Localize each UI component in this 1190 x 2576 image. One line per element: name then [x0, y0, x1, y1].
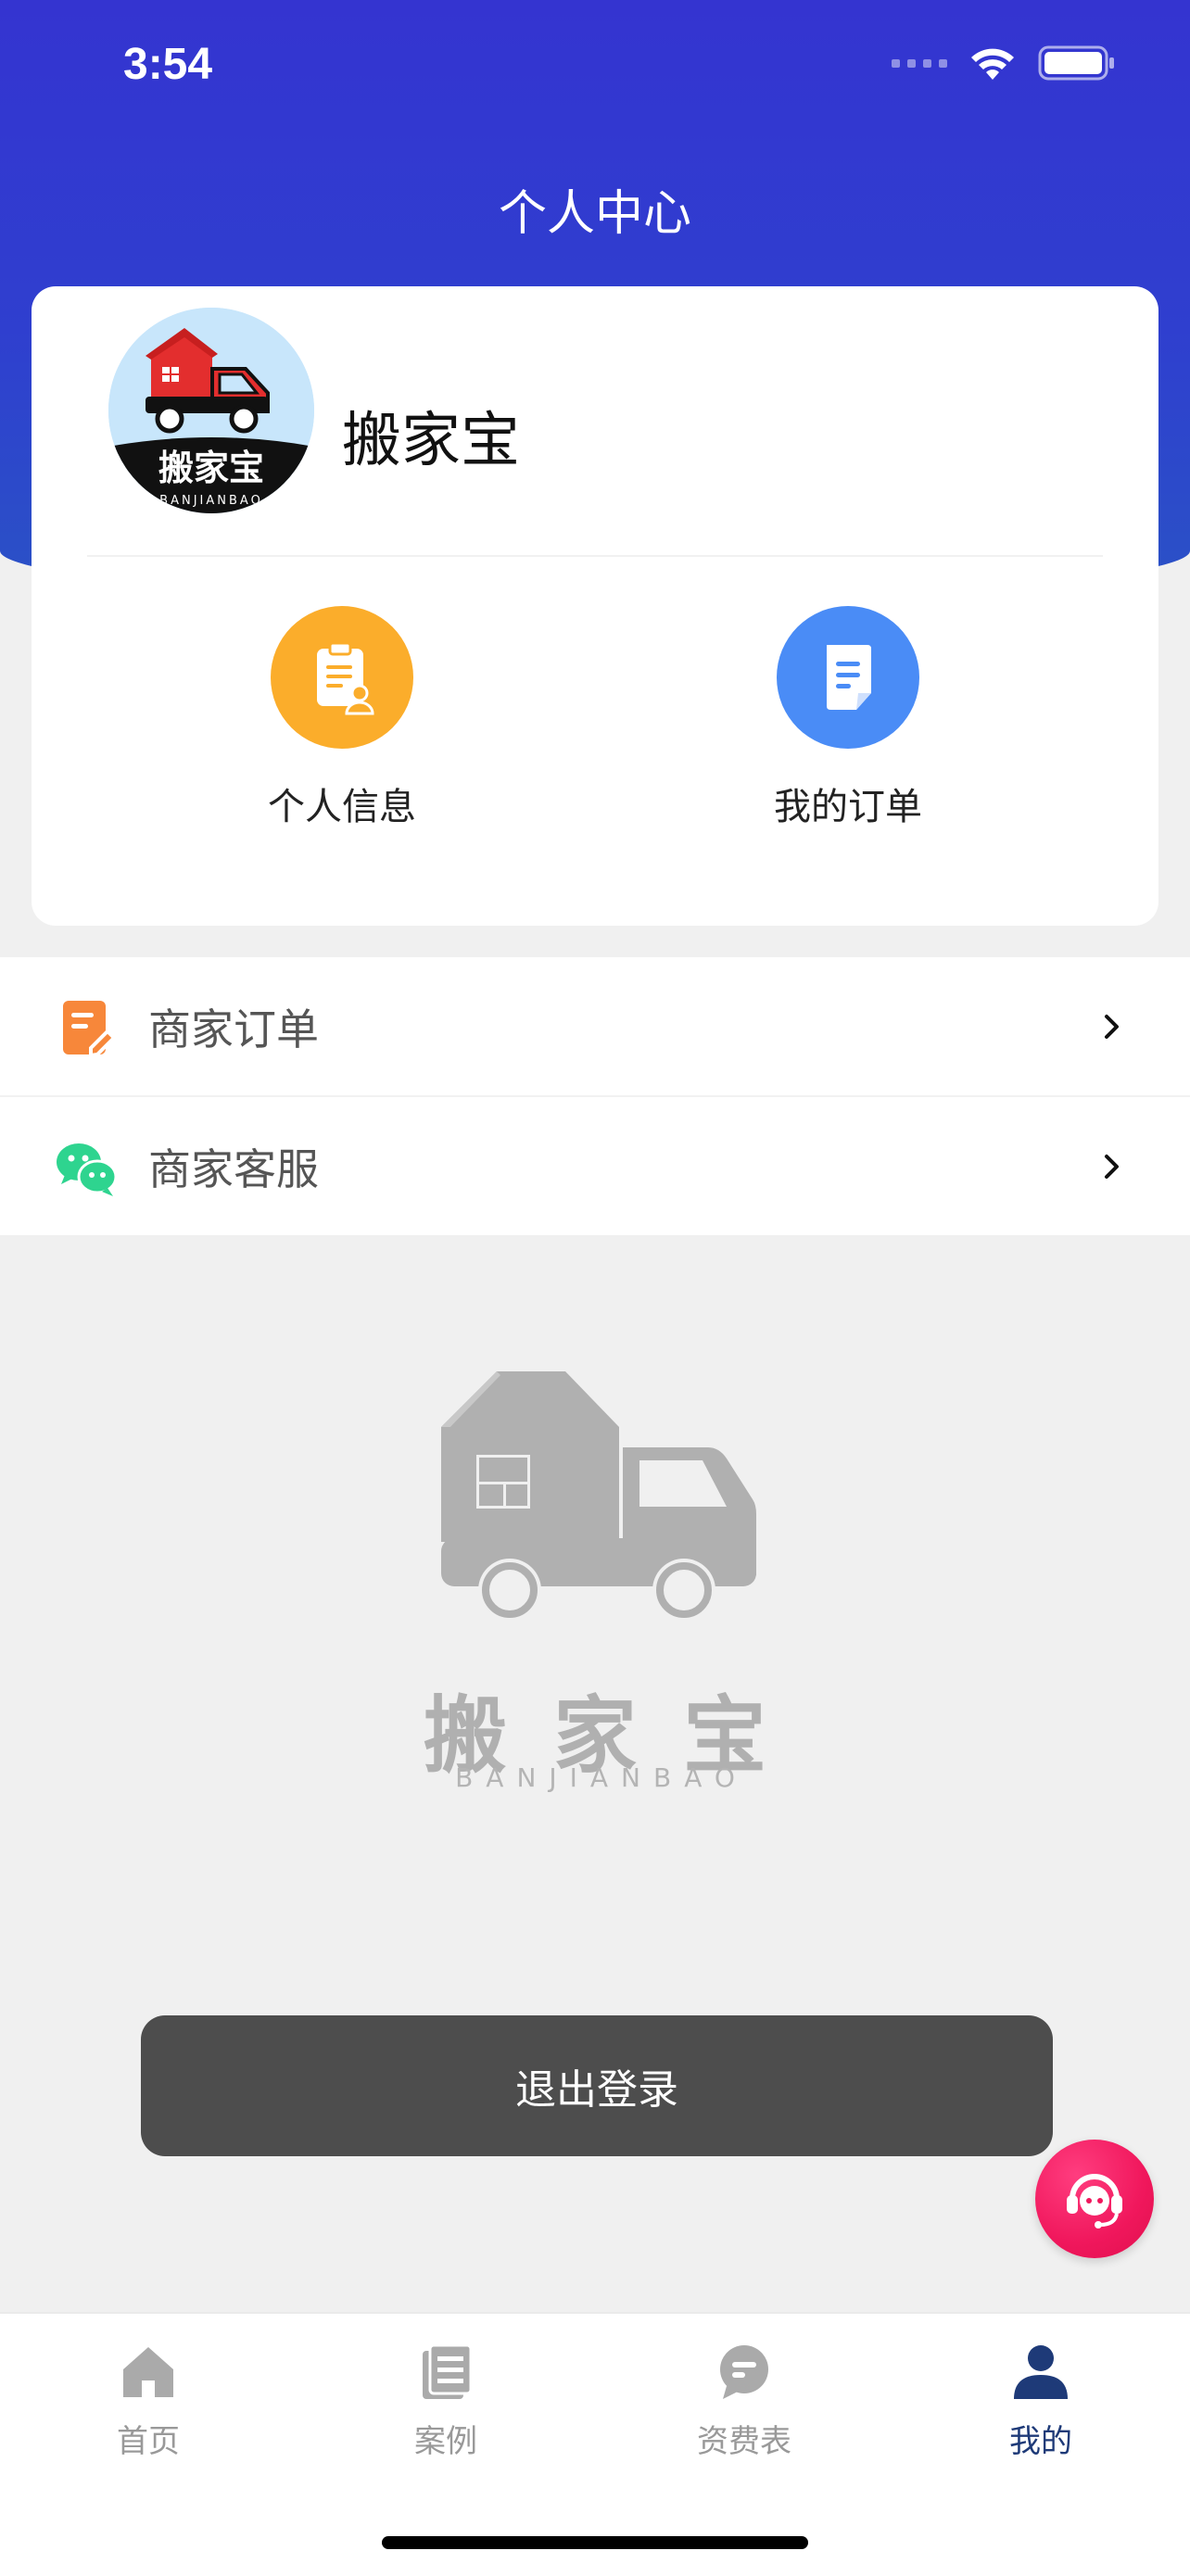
merchant-orders-item[interactable]: 商家订单: [0, 957, 1190, 1095]
my-orders-label: 我的订单: [774, 786, 922, 828]
tab-cases[interactable]: 案例: [362, 2342, 529, 2461]
tab-home-label: 首页: [117, 2423, 180, 2460]
moving-truck-logo-icon: 搬家宝 BANJIANBAO: [108, 308, 314, 513]
signal-icon: [892, 58, 947, 68]
merchant-support-item[interactable]: 商家客服: [0, 1095, 1190, 1235]
divider: [87, 555, 1103, 557]
home-indicator[interactable]: [382, 2536, 808, 2549]
tab-pricing-label: 资费表: [697, 2423, 791, 2460]
brand-watermark-icon: [441, 1371, 756, 1622]
svg-text:搬家宝: 搬家宝: [158, 448, 264, 488]
chevron-right-icon: [1105, 1015, 1119, 1039]
wechat-icon: [57, 1143, 118, 1196]
tab-mine-label: 我的: [1009, 2423, 1072, 2460]
clipboard-user-icon: [271, 606, 413, 749]
battery-icon: [1038, 45, 1114, 81]
merchant-orders-label: 商家订单: [148, 1004, 319, 1054]
document-icon: [777, 606, 919, 749]
personal-info-button[interactable]: 个人信息: [203, 606, 481, 830]
avatar[interactable]: 搬家宝 BANJIANBAO: [108, 308, 314, 513]
svg-text:BANJIANBAO: BANJIANBAO: [159, 494, 263, 508]
tab-pricing[interactable]: 资费表: [661, 2342, 828, 2461]
page-title: 个人中心: [498, 186, 691, 242]
personal-info-label: 个人信息: [268, 786, 416, 828]
tab-cases-label: 案例: [414, 2423, 477, 2460]
logout-button[interactable]: 退出登录: [141, 2015, 1053, 2156]
user-name: 搬家宝: [342, 407, 520, 475]
merchant-support-label: 商家客服: [148, 1143, 319, 1194]
customer-service-icon: [1067, 2174, 1122, 2229]
home-icon: [123, 2347, 173, 2397]
wifi-icon: [971, 48, 1014, 80]
status-icons: [892, 44, 1116, 82]
status-time: 3:54: [123, 40, 213, 89]
my-orders-button[interactable]: 我的订单: [709, 606, 987, 830]
chevron-right-icon: [1105, 1155, 1119, 1179]
watermark-subtitle: BANJIANBAO: [455, 1762, 748, 1793]
customer-service-button[interactable]: [1035, 2140, 1154, 2258]
edit-note-icon: [63, 1001, 117, 1058]
chat-bubble-icon: [720, 2345, 768, 2399]
tab-mine[interactable]: 我的: [957, 2342, 1124, 2461]
profile-card: 搬家宝 BANJIANBAO 搬家宝 个人信息 我的订单: [32, 286, 1158, 926]
person-icon: [1014, 2345, 1068, 2399]
list-doc-icon: [423, 2343, 473, 2399]
tab-home[interactable]: 首页: [65, 2342, 232, 2461]
menu-list: 商家订单 商家客服: [0, 957, 1190, 1235]
